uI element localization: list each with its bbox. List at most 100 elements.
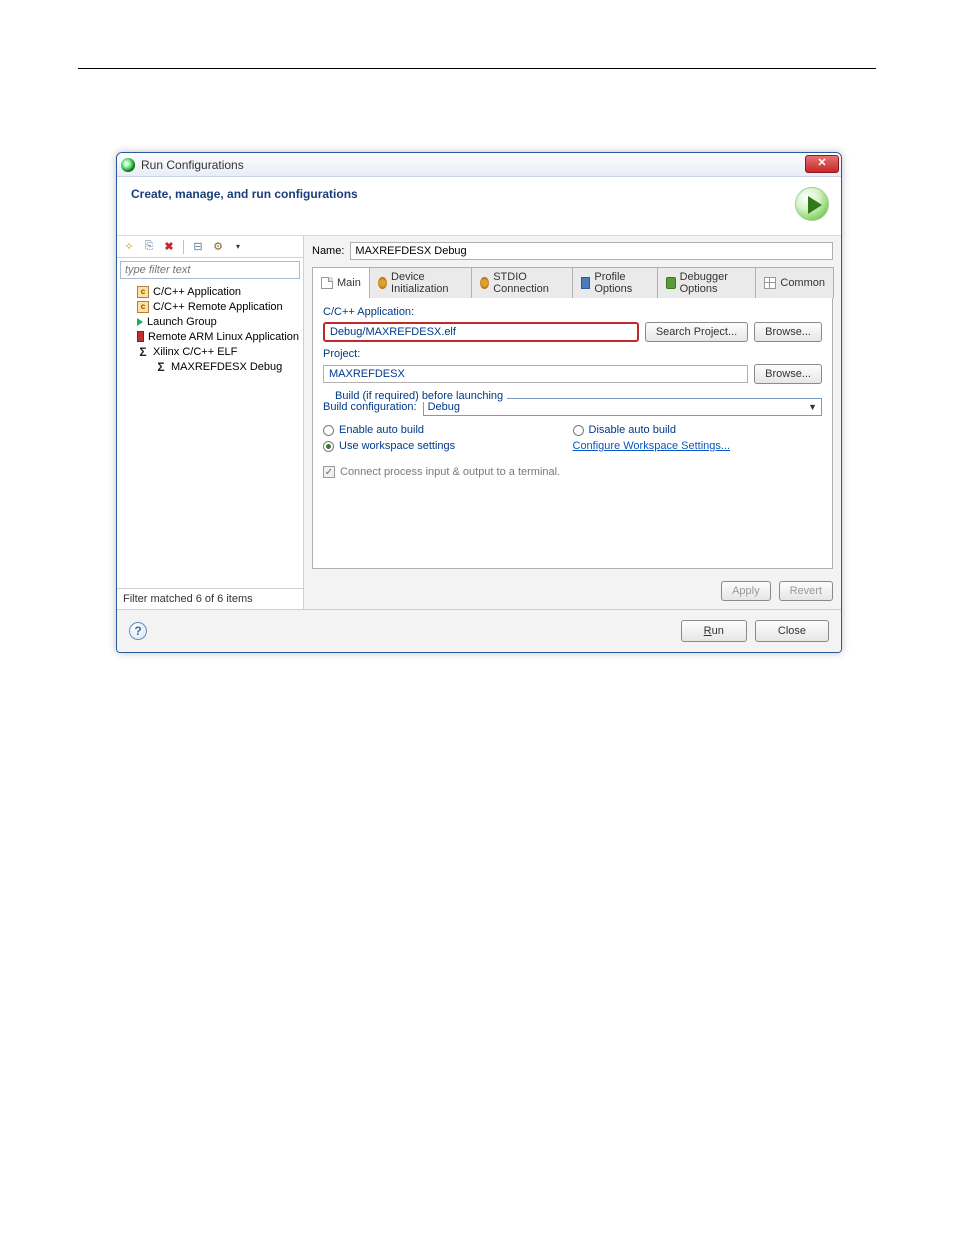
enable-auto-build-radio[interactable]: Enable auto build	[323, 424, 573, 436]
new-config-button[interactable]: ✧	[121, 239, 137, 255]
project-row: Browse...	[323, 364, 822, 384]
header-title: Create, manage, and run configurations	[131, 187, 358, 201]
tree-label: C/C++ Remote Application	[153, 301, 283, 313]
tree-item-launch-group[interactable]: Launch Group	[123, 314, 299, 329]
dialog-footer: ? Run Close	[117, 609, 841, 652]
radio-icon	[323, 425, 334, 436]
window-close-button[interactable]: ✕	[805, 155, 839, 173]
radio-label: Enable auto build	[339, 424, 424, 436]
tree-label: C/C++ Application	[153, 286, 241, 298]
launch-group-icon	[137, 318, 143, 326]
sigma-icon: Σ	[155, 360, 167, 374]
build-group: Build (if required) before launching Bui…	[323, 398, 822, 452]
filter-button[interactable]: ⚙	[210, 239, 226, 255]
app-label: C/C++ Application:	[323, 306, 822, 318]
dialog-body: ✧ ⎘ ✖ ⊟ ⚙ ▾ c C/C++ Application c C/C++ …	[117, 236, 841, 609]
configure-workspace-link[interactable]: Configure Workspace Settings...	[573, 440, 731, 452]
duplicate-config-button[interactable]: ⎘	[141, 239, 157, 255]
connect-terminal-row[interactable]: ✓ Connect process input & output to a te…	[323, 466, 822, 478]
use-workspace-radio[interactable]: Use workspace settings	[323, 440, 573, 452]
gear-icon	[480, 277, 489, 289]
tab-main[interactable]: Main	[312, 267, 370, 298]
app-path-input[interactable]	[323, 322, 639, 342]
radio-label: Disable auto build	[589, 424, 676, 436]
sigma-icon: Σ	[137, 345, 149, 359]
project-label: Project:	[323, 348, 822, 360]
collapse-all-button[interactable]: ⊟	[190, 239, 206, 255]
grid-icon	[764, 277, 776, 289]
left-panel: ✧ ⎘ ✖ ⊟ ⚙ ▾ c C/C++ Application c C/C++ …	[117, 236, 304, 609]
tree-item-maxrefdesx-debug[interactable]: Σ MAXREFDESX Debug	[123, 359, 299, 374]
tab-label: Debugger Options	[680, 271, 748, 295]
filter-status: Filter matched 6 of 6 items	[117, 588, 303, 609]
radio-icon	[573, 425, 584, 436]
tab-profile[interactable]: Profile Options	[572, 267, 658, 298]
remote-arm-icon	[137, 331, 144, 342]
tab-label: Profile Options	[594, 271, 649, 295]
tree-item-remote-arm[interactable]: Remote ARM Linux Application	[123, 329, 299, 344]
run-icon	[121, 158, 135, 172]
build-config-value: Debug	[428, 401, 460, 413]
radio-label: Use workspace settings	[339, 440, 455, 452]
name-label: Name:	[312, 245, 344, 257]
run-label-rest: un	[712, 625, 724, 637]
toolbar-separator	[183, 240, 184, 254]
radio-icon	[323, 441, 334, 452]
window-title: Run Configurations	[141, 158, 244, 172]
filter-input[interactable]	[120, 261, 300, 279]
tabstrip: Main Device Initialization STDIO Connect…	[312, 266, 833, 298]
tree-label: MAXREFDESX Debug	[171, 361, 282, 373]
footer-buttons: Run Close	[681, 620, 829, 642]
c-app-icon: c	[137, 301, 149, 313]
build-config-label: Build configuration:	[323, 401, 417, 413]
tree-item-xilinx-elf[interactable]: Σ Xilinx C/C++ ELF	[123, 344, 299, 359]
tab-label: Device Initialization	[391, 271, 463, 295]
close-button[interactable]: Close	[755, 620, 829, 642]
file-icon	[321, 277, 333, 289]
name-field[interactable]	[350, 242, 833, 260]
tab-label: Main	[337, 277, 361, 289]
tab-device-init[interactable]: Device Initialization	[369, 267, 472, 298]
app-row: Search Project... Browse...	[323, 322, 822, 342]
radio-dot-icon	[326, 444, 331, 449]
tree-item-c-remote-app[interactable]: c C/C++ Remote Application	[123, 299, 299, 314]
disable-auto-build-radio[interactable]: Disable auto build	[573, 424, 823, 436]
run-configurations-dialog: Run Configurations ✕ Create, manage, and…	[116, 152, 842, 653]
spacer	[323, 478, 822, 548]
tab-debugger[interactable]: Debugger Options	[657, 267, 756, 298]
tree-label: Remote ARM Linux Application	[148, 331, 299, 343]
tree-item-c-app[interactable]: c C/C++ Application	[123, 284, 299, 299]
right-panel: Name: Main Device Initialization STDIO C…	[304, 236, 841, 609]
config-tree: c C/C++ Application c C/C++ Remote Appli…	[117, 282, 303, 588]
delete-config-button[interactable]: ✖	[161, 239, 177, 255]
chevron-down-icon: ▼	[808, 402, 817, 412]
tab-label: STDIO Connection	[493, 271, 564, 295]
left-toolbar: ✧ ⎘ ✖ ⊟ ⚙ ▾	[117, 236, 303, 258]
profile-icon	[581, 277, 591, 289]
tree-label: Xilinx C/C++ ELF	[153, 346, 237, 358]
play-icon	[795, 187, 829, 221]
revert-button[interactable]: Revert	[779, 581, 833, 601]
name-row: Name:	[312, 242, 833, 260]
dialog-header: Create, manage, and run configurations	[117, 177, 841, 236]
tab-stdio[interactable]: STDIO Connection	[471, 267, 573, 298]
auto-build-radios: Enable auto build Disable auto build Use…	[323, 424, 822, 452]
page-top-rule	[78, 68, 876, 69]
titlebar[interactable]: Run Configurations ✕	[117, 153, 841, 177]
apply-revert-row: Apply Revert	[312, 569, 833, 601]
tab-label: Common	[780, 277, 825, 289]
browse-button[interactable]: Browse...	[754, 322, 822, 342]
gear-icon	[378, 277, 387, 289]
main-tab-body: C/C++ Application: Search Project... Bro…	[312, 298, 833, 569]
apply-button[interactable]: Apply	[721, 581, 771, 601]
browse-project-button[interactable]: Browse...	[754, 364, 822, 384]
run-button[interactable]: Run	[681, 620, 747, 642]
project-input[interactable]	[323, 365, 748, 383]
toolbar-dropdown-icon[interactable]: ▾	[230, 239, 246, 255]
checkbox-label: Connect process input & output to a term…	[340, 466, 560, 478]
help-button[interactable]: ?	[129, 622, 147, 640]
c-app-icon: c	[137, 286, 149, 298]
tab-common[interactable]: Common	[755, 267, 834, 298]
configure-workspace-link-row: Configure Workspace Settings...	[573, 440, 823, 452]
search-project-button[interactable]: Search Project...	[645, 322, 748, 342]
